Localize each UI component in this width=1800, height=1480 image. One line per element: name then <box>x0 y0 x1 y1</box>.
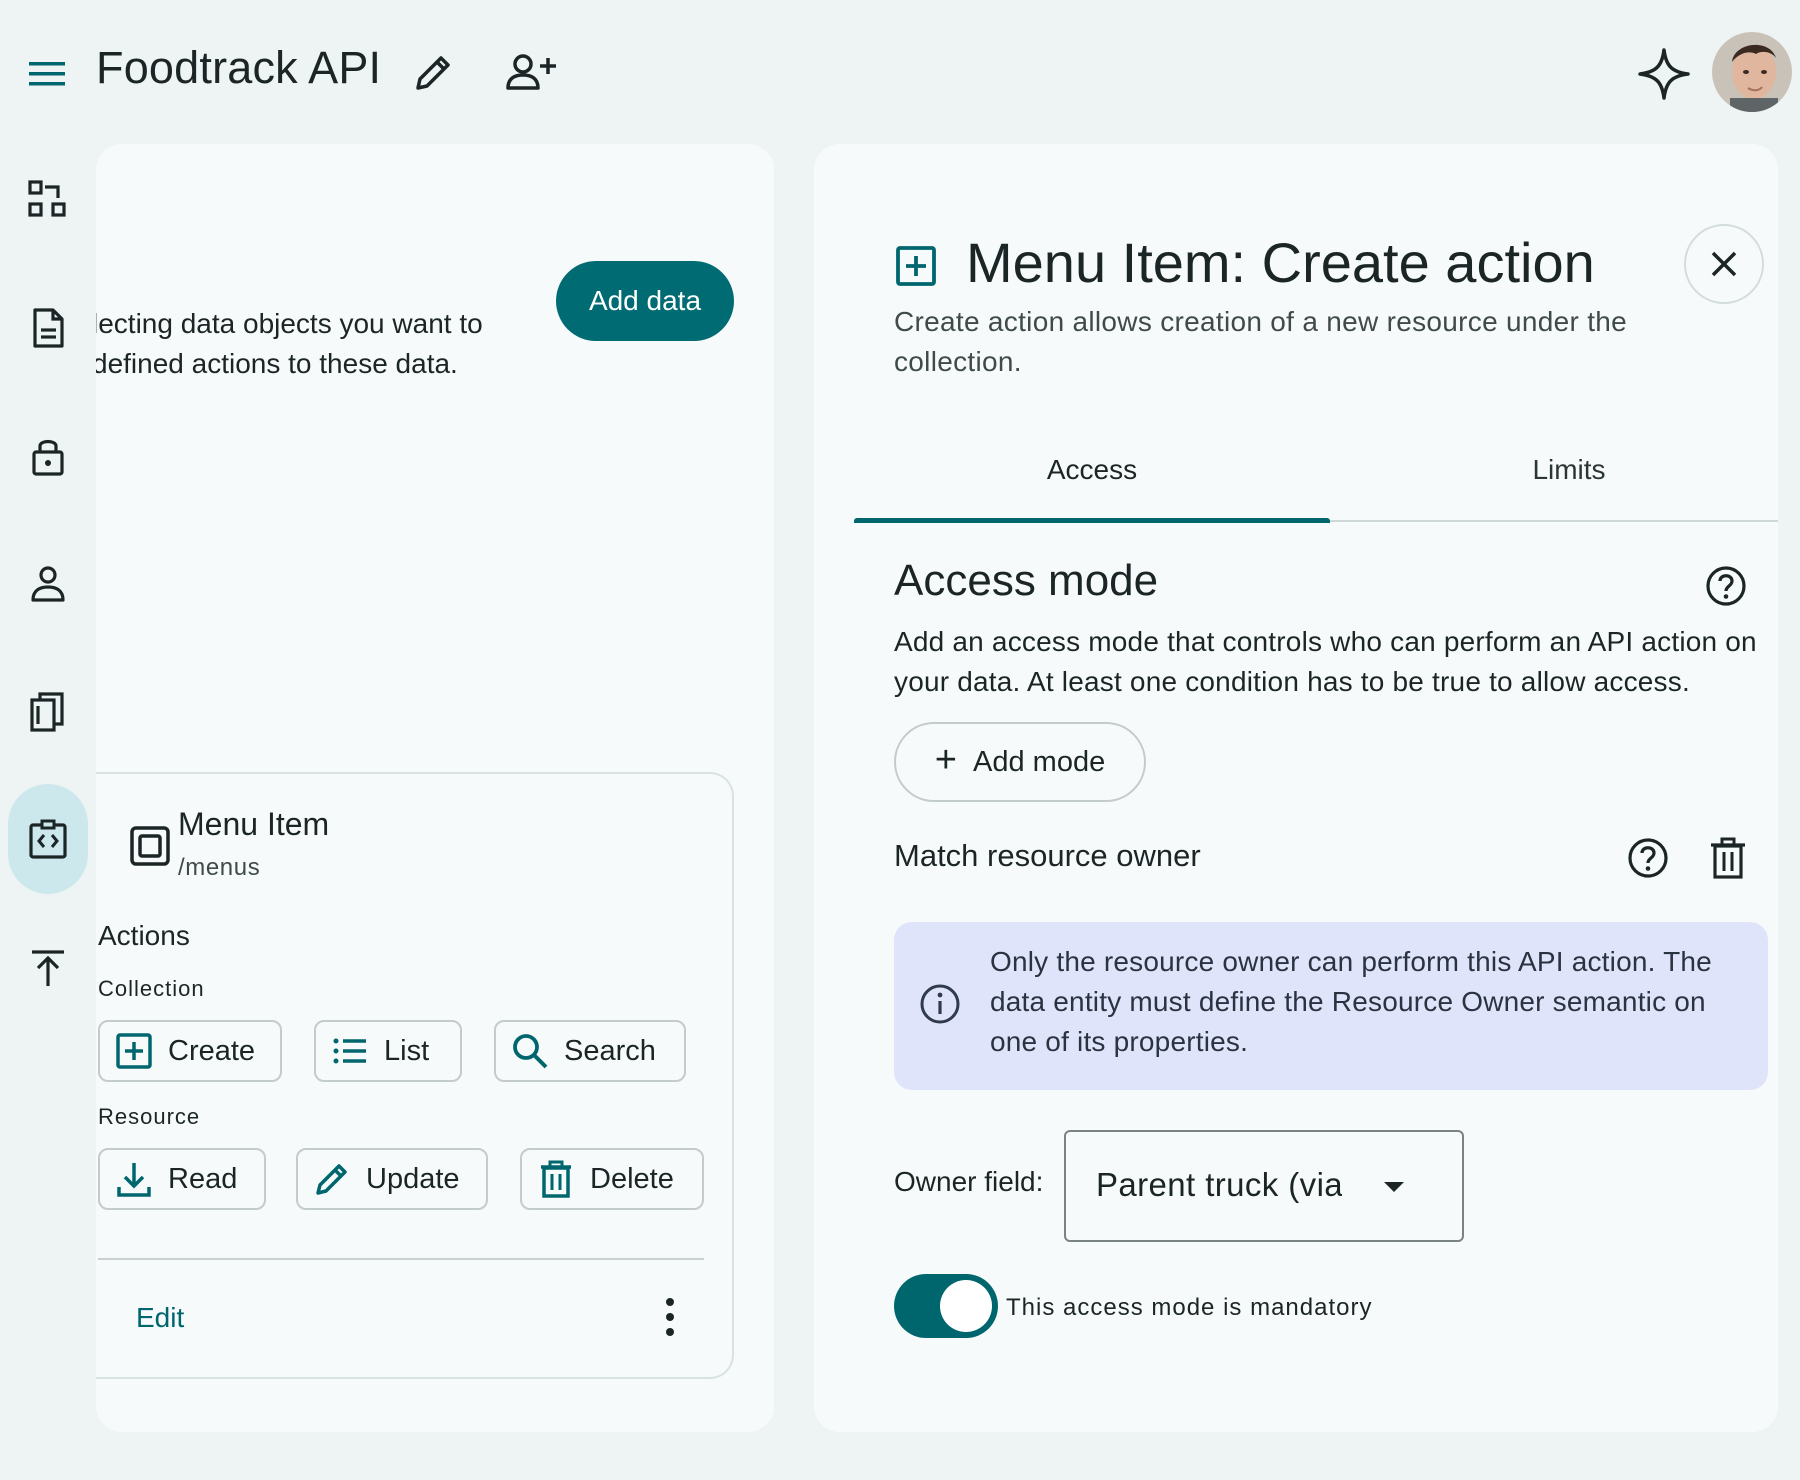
panel-title: Menu Item: Create action <box>966 231 1595 294</box>
nav-users[interactable] <box>8 544 88 624</box>
add-mode-label: Add mode <box>973 745 1106 778</box>
add-mode-button[interactable]: + Add mode <box>894 722 1146 802</box>
card-divider <box>98 1258 704 1260</box>
api-code-icon <box>26 817 70 861</box>
owner-field-value: Parent truck (via <box>1096 1166 1342 1203</box>
tab-access[interactable]: Access <box>854 430 1330 510</box>
search-action-chip[interactable]: Search <box>494 1020 686 1082</box>
intro-line-1: lecting data objects you want to <box>96 308 483 339</box>
close-button[interactable] <box>1684 224 1764 304</box>
document-icon <box>26 306 70 350</box>
add-person-icon[interactable] <box>503 48 559 98</box>
close-icon <box>1707 247 1741 281</box>
sparkle-icon[interactable] <box>1636 46 1692 102</box>
trash-icon[interactable] <box>1706 836 1750 880</box>
read-label: Read <box>168 1162 238 1195</box>
delete-action-chip[interactable]: Delete <box>520 1148 704 1210</box>
nav-docs-library[interactable] <box>8 672 88 752</box>
access-mode-description: Add an access mode that controls who can… <box>894 626 1757 697</box>
help-icon[interactable] <box>1704 564 1748 608</box>
access-mode-title: Access mode <box>894 556 1159 605</box>
api-actions-panel: lecting data objects you want to defined… <box>96 144 774 1432</box>
toggle-knob <box>940 1280 992 1332</box>
update-action-chip[interactable]: Update <box>296 1148 488 1210</box>
nav-data-model[interactable] <box>8 160 88 240</box>
lock-icon <box>26 434 70 478</box>
create-action-chip[interactable]: Create <box>98 1020 282 1082</box>
list-action-chip[interactable]: List <box>314 1020 462 1082</box>
list-label: List <box>384 1034 430 1067</box>
delete-label: Delete <box>590 1162 674 1195</box>
add-box-icon <box>114 1031 154 1071</box>
tab-active-indicator <box>854 518 1330 523</box>
help-icon[interactable] <box>1626 836 1670 880</box>
add-data-button[interactable]: Add data <box>556 261 734 341</box>
resource-box-icon <box>126 822 174 870</box>
pencil-icon[interactable] <box>408 48 458 98</box>
plus-icon: + <box>934 738 957 781</box>
nav-documents[interactable] <box>8 288 88 368</box>
collection-heading: Collection <box>98 976 205 1001</box>
mandatory-toggle[interactable] <box>894 1274 998 1338</box>
data-model-icon <box>26 178 70 222</box>
add-box-icon <box>894 244 938 288</box>
create-label: Create <box>168 1034 256 1067</box>
resource-title: Menu Item <box>178 806 330 842</box>
search-icon <box>510 1031 550 1071</box>
person-icon <box>26 562 70 606</box>
dropdown-arrow-icon <box>1382 1180 1406 1194</box>
actions-heading: Actions <box>98 920 190 951</box>
info-banner: Only the resource owner can perform this… <box>894 922 1768 1090</box>
panel-description: Create action allows creation of a new r… <box>894 306 1628 377</box>
top-app-bar: Foodtrack API <box>0 0 1800 140</box>
list-icon <box>330 1031 370 1071</box>
action-detail-panel: Menu Item: Create action Create action a… <box>814 144 1778 1432</box>
read-action-chip[interactable]: Read <box>98 1148 266 1210</box>
intro-line-2: defined actions to these data. <box>96 348 458 379</box>
intro-text: lecting data objects you want to defined… <box>96 304 592 384</box>
nav-publish[interactable] <box>8 928 88 1008</box>
publish-icon <box>26 946 70 990</box>
info-icon <box>918 982 962 1026</box>
pencil-icon <box>312 1159 352 1199</box>
edit-resource-link[interactable]: Edit <box>136 1302 184 1334</box>
owner-field-select[interactable]: Parent truck (via <box>1064 1130 1464 1242</box>
user-avatar[interactable] <box>1712 32 1792 112</box>
download-icon <box>114 1159 154 1199</box>
app-title: Foodtrack API <box>96 42 382 93</box>
tab-limits[interactable]: Limits <box>1330 430 1778 510</box>
match-owner-title: Match resource owner <box>894 838 1201 873</box>
resource-path: /menus <box>178 854 261 881</box>
owner-field-label: Owner field: <box>894 1166 1044 1197</box>
nav-api-actions[interactable] <box>8 784 88 894</box>
menu-icon[interactable] <box>26 52 70 96</box>
book-icon <box>26 690 70 734</box>
more-vert-icon[interactable] <box>650 1294 690 1340</box>
trash-icon <box>536 1159 576 1199</box>
nav-security[interactable] <box>8 416 88 496</box>
mandatory-label: This access mode is mandatory <box>1006 1294 1373 1321</box>
resource-heading: Resource <box>98 1104 201 1129</box>
info-text: Only the resource owner can perform this… <box>990 946 1712 1057</box>
search-label: Search <box>564 1034 656 1067</box>
update-label: Update <box>366 1162 460 1195</box>
